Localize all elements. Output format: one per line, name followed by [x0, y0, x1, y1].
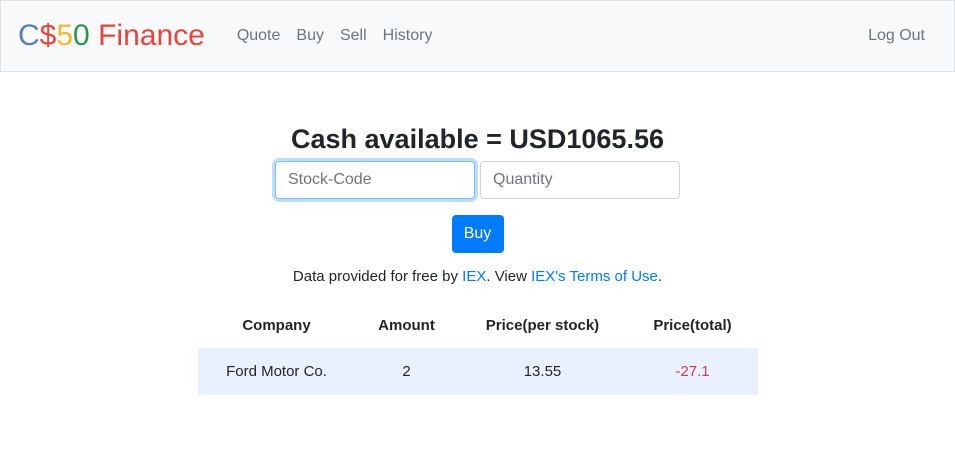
header-price-per-stock: Price(per stock) — [485, 316, 600, 334]
data-credit: Data provided for free by IEX. View IEX'… — [0, 267, 955, 287]
navbar: C$50 Finance Quote Buy Sell History Log … — [0, 0, 955, 72]
credit-middle: . View — [486, 268, 532, 285]
brand-zero: 0 — [73, 19, 90, 52]
credit-prefix: Data provided for free by — [292, 268, 463, 285]
cell-company: Ford Motor Co. — [226, 363, 327, 380]
logout-link[interactable]: Log Out — [860, 27, 933, 45]
nav-links: Quote Buy Sell History — [229, 27, 441, 45]
brand-five: 5 — [56, 19, 74, 52]
nav-quote[interactable]: Quote — [229, 27, 289, 45]
brand-dollar: $ — [39, 19, 57, 52]
iex-terms-link[interactable]: IEX's Terms of Use — [531, 268, 658, 285]
cell-amount: 2 — [402, 363, 411, 380]
brand-letter-c: C — [18, 19, 40, 52]
brand-logo[interactable]: C$50 Finance — [18, 21, 205, 51]
table-header-row: Company Amount Price(per stock) Price(to… — [198, 302, 758, 348]
table-row: Ford Motor Co. 2 13.55 -27.1 — [197, 348, 758, 395]
portfolio-table: Company Amount Price(per stock) Price(to… — [197, 302, 758, 395]
quantity-input[interactable] — [480, 161, 680, 199]
credit-suffix: . — [657, 268, 663, 285]
cash-available-heading: Cash available = USD1065.56 — [291, 124, 664, 154]
stock-code-input[interactable] — [275, 161, 475, 199]
main-content: Cash available = USD1065.56 Buy Data pro… — [0, 123, 955, 395]
header-price-total: Price(total) — [653, 316, 732, 334]
header-company: Company — [242, 316, 311, 334]
brand-finance: Finance — [98, 19, 205, 52]
cell-price-total: -27.1 — [675, 363, 710, 380]
header-amount: Amount — [378, 316, 435, 334]
iex-link[interactable]: IEX — [462, 268, 486, 285]
buy-form — [0, 161, 955, 199]
nav-sell[interactable]: Sell — [332, 27, 375, 45]
nav-buy[interactable]: Buy — [288, 27, 332, 45]
cell-price-per-stock: 13.55 — [523, 363, 562, 380]
buy-button[interactable]: Buy — [451, 215, 504, 253]
nav-history[interactable]: History — [375, 27, 441, 45]
